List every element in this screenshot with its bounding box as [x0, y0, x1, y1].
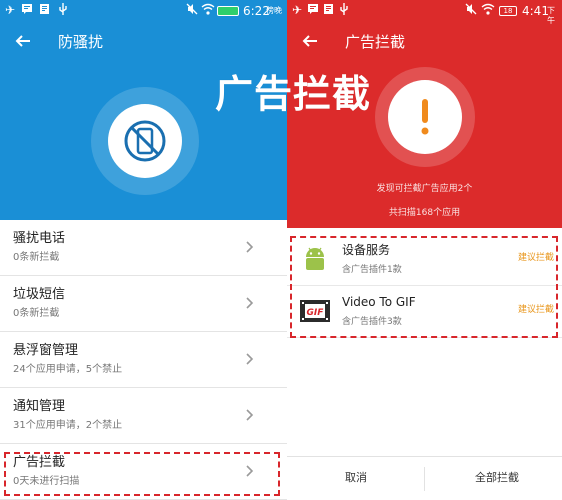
usb-icon	[339, 3, 349, 19]
chevron-right-icon	[246, 241, 254, 253]
scanned-apps-summary: 共扫描168个应用	[388, 208, 461, 218]
list-item-subtitle: 0条新拦截	[13, 308, 60, 319]
highlight-box-apps	[290, 236, 558, 338]
screenshot-comparison: ✈ 6:22 傍晚 防骚扰 骚扰电话 0条新拦截 垃圾短信 0条新拦截 悬浮窗管…	[0, 0, 562, 500]
right-app-bar: 广告拦截	[287, 24, 562, 62]
list-item-title: 骚扰电话	[13, 231, 66, 246]
list-item-title: 通知管理	[13, 399, 66, 414]
back-arrow-icon[interactable]	[299, 30, 321, 52]
message-icon	[307, 3, 319, 18]
cancel-button[interactable]: 取消	[345, 471, 367, 485]
list-item-title: 悬浮窗管理	[13, 343, 79, 358]
right-status-bar: ✈ 18 4:41 下午	[287, 0, 562, 25]
airplane-icon: ✈	[292, 3, 303, 17]
blocked-phone-icon	[124, 120, 166, 162]
left-status-bar: ✈ 6:22 傍晚	[0, 0, 287, 22]
message-icon	[21, 3, 33, 18]
left-app-bar: 防骚扰	[0, 24, 287, 62]
list-item-harassment-calls[interactable]: 骚扰电话 0条新拦截	[0, 220, 287, 276]
found-apps-summary: 发现可拦截广告应用2个	[376, 184, 473, 194]
list-item-floating-window[interactable]: 悬浮窗管理 24个应用申请，5个禁止	[0, 332, 287, 388]
overlay-caption: 广告拦截	[215, 72, 372, 116]
wifi-icon	[201, 3, 215, 18]
bottom-action-bar: 取消 全部拦截	[287, 456, 562, 500]
highlight-box-ad-blocking	[4, 452, 280, 496]
back-arrow-icon[interactable]	[12, 30, 34, 52]
list-item-subtitle: 31个应用申请，2个禁止	[13, 420, 123, 431]
battery-icon	[217, 6, 239, 16]
chevron-right-icon	[246, 353, 254, 365]
usb-icon	[58, 3, 68, 19]
status-period: 下午	[547, 6, 555, 25]
chevron-right-icon	[246, 297, 254, 309]
document-icon	[323, 3, 334, 18]
airplane-icon: ✈	[5, 3, 16, 17]
list-item-notification-management[interactable]: 通知管理 31个应用申请，2个禁止	[0, 388, 287, 444]
list-item-subtitle: 24个应用申请，5个禁止	[13, 364, 123, 375]
wifi-icon	[481, 3, 495, 18]
list-item-spam-sms[interactable]: 垃圾短信 0条新拦截	[0, 276, 287, 332]
mute-icon	[465, 3, 477, 18]
battery-icon: 18	[499, 6, 517, 16]
chevron-right-icon	[246, 409, 254, 421]
page-title: 防骚扰	[58, 33, 104, 51]
exclamation-icon	[421, 99, 429, 135]
document-icon	[39, 3, 50, 18]
list-item-title: 垃圾短信	[13, 287, 66, 302]
list-item-subtitle: 0条新拦截	[13, 252, 60, 263]
page-title: 广告拦截	[345, 33, 406, 51]
divider	[424, 467, 425, 491]
status-period: 傍晚	[266, 6, 282, 15]
status-time: 4:41	[522, 4, 549, 18]
mute-icon	[186, 3, 198, 18]
block-all-button[interactable]: 全部拦截	[475, 471, 519, 485]
